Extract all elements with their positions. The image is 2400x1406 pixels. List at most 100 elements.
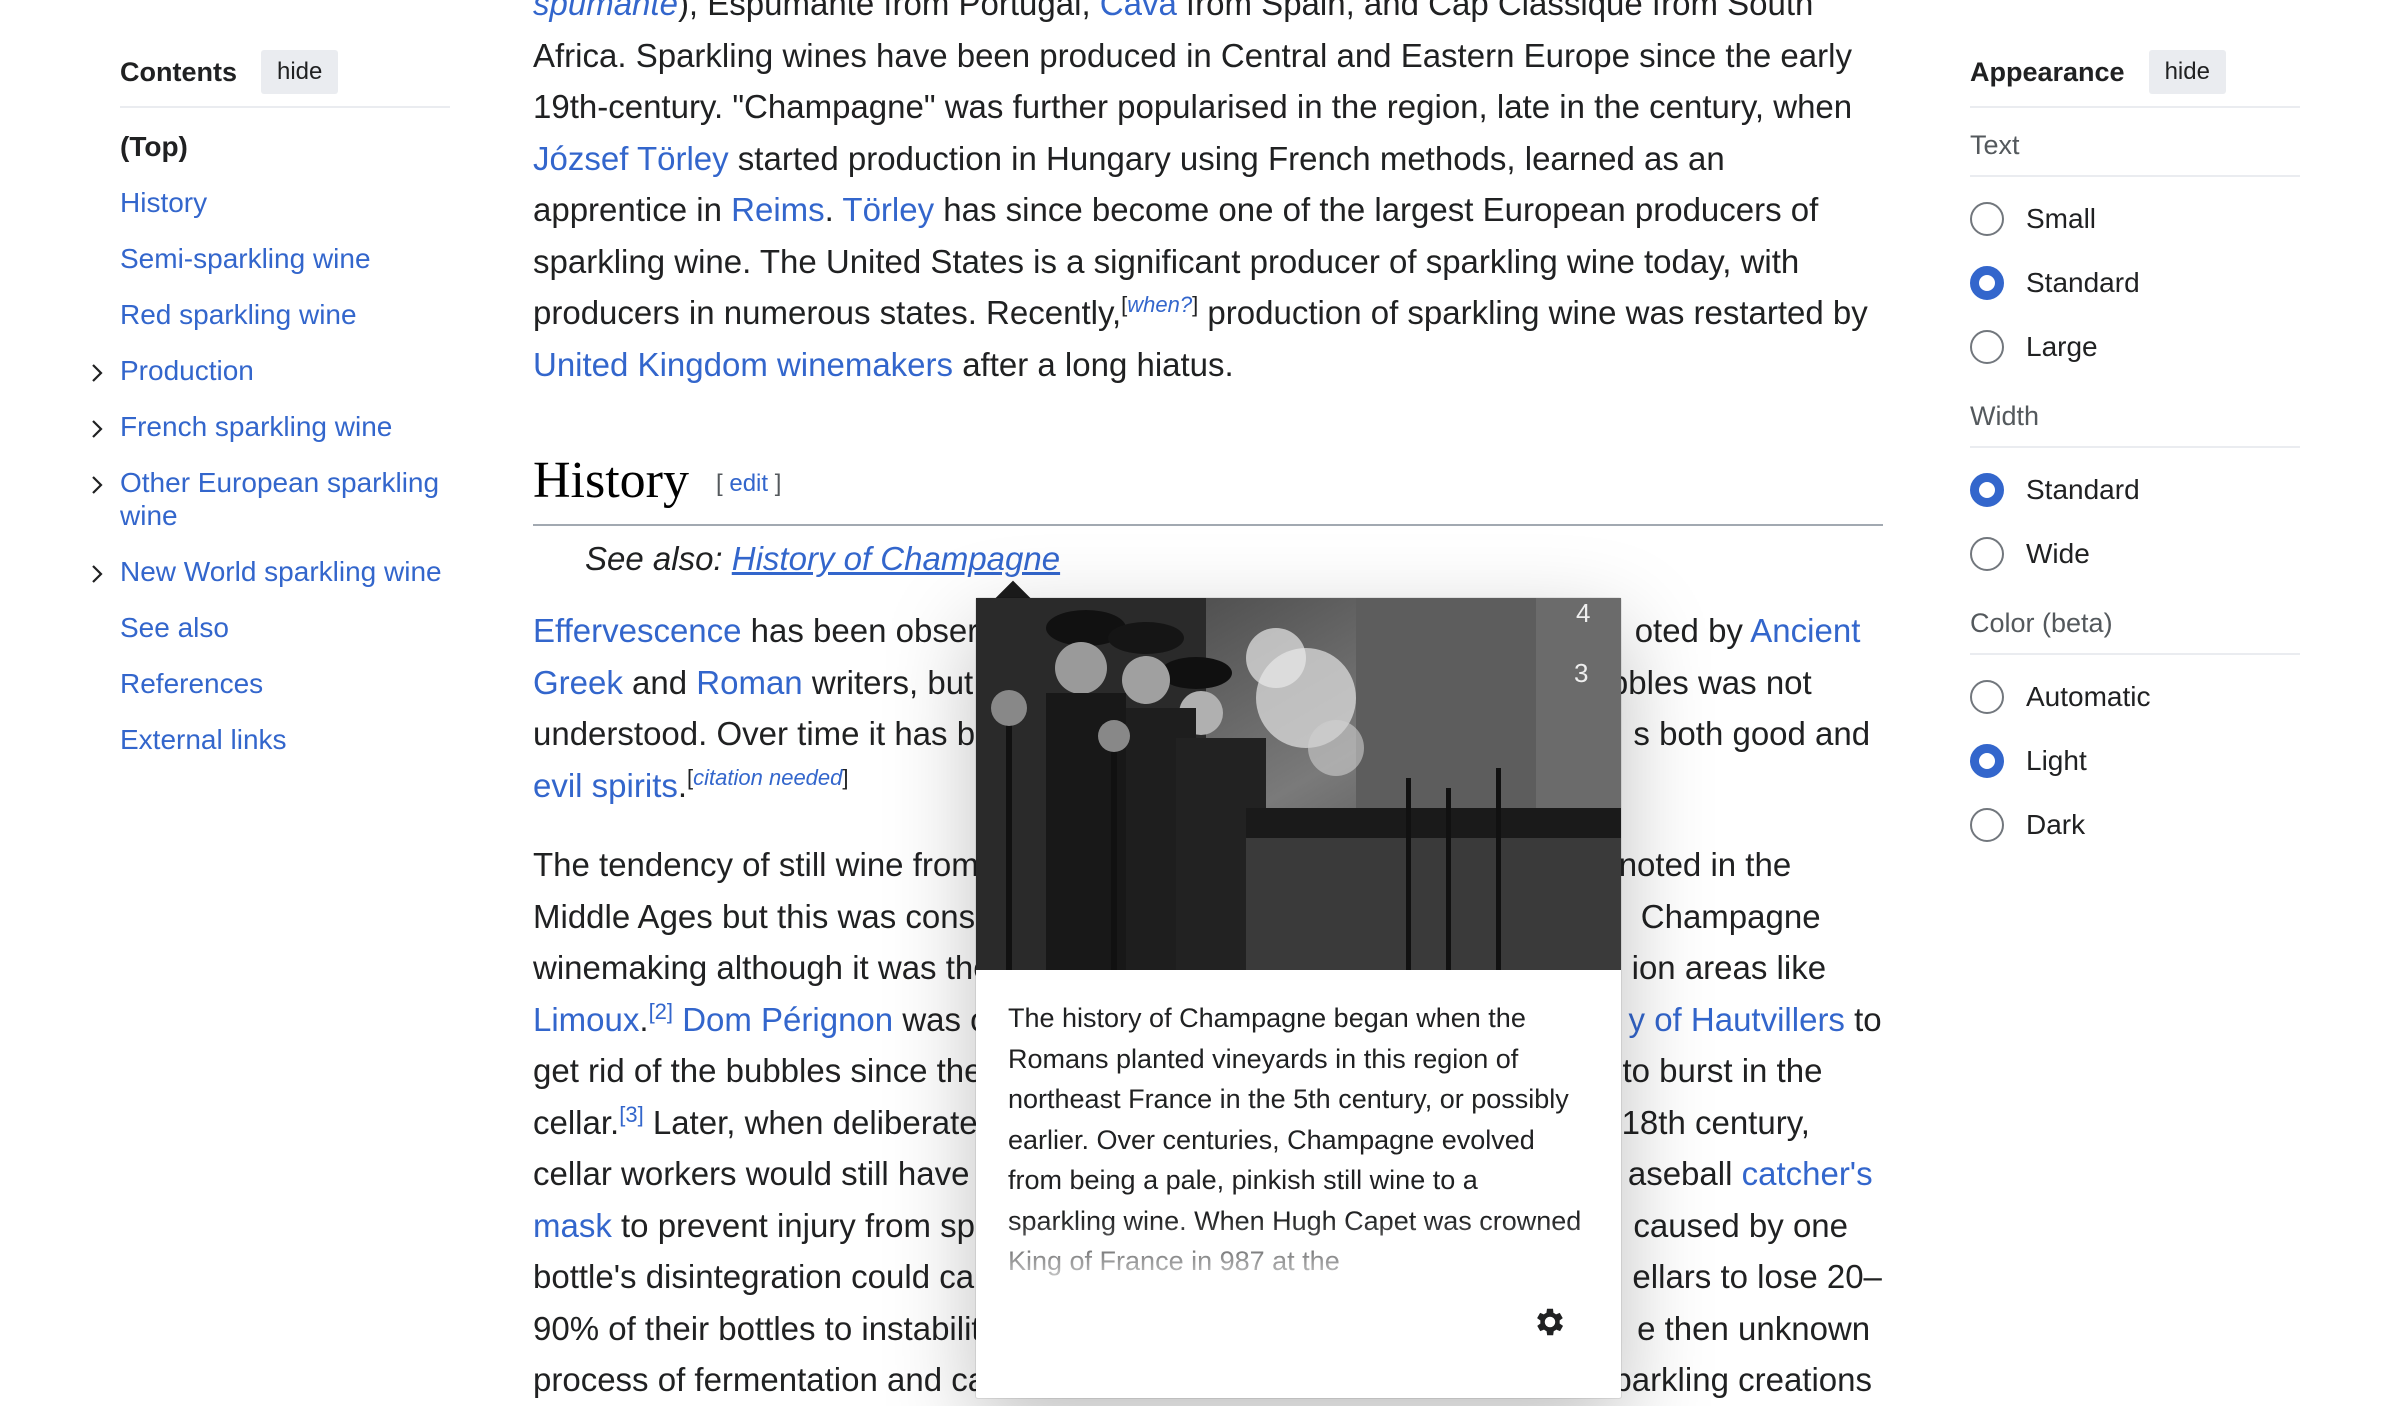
appearance-hide-button[interactable]: hide [2148,50,2226,94]
toc-item-other-european: Other European sparkling wine [92,466,450,532]
toc-item-top[interactable]: (Top) [120,130,450,163]
text-size-small[interactable]: Small [1970,187,2300,251]
radio-small[interactable] [1970,202,2004,236]
radio-color-light-selected[interactable] [1970,744,2004,778]
appearance-panel: Appearance hide Text Small Standard Larg… [1970,48,2300,857]
radio-label: Light [2026,745,2087,776]
text: aseball [1627,1155,1742,1192]
color-label: Color (beta) [1970,608,2300,655]
edit-section: [ edit ] [716,470,782,497]
color-automatic[interactable]: Automatic [1970,665,2300,729]
citation-needed: [citation needed] [687,764,849,790]
toc-item-references[interactable]: References [120,667,450,700]
toc-item-french-label[interactable]: French sparkling wine [120,411,392,442]
table-of-contents: Contents hide (Top) History Semi-sparkli… [92,48,450,779]
chevron-right-icon[interactable] [86,358,108,382]
link-citation-needed[interactable]: citation needed [693,765,842,790]
link-evil-spirits[interactable]: evil spirits [533,767,678,804]
toc-item-other-european-label[interactable]: Other European sparkling wine [120,467,439,531]
appearance-title: Appearance [1970,56,2125,87]
radio-label: Automatic [2026,681,2151,712]
radio-label: Standard [2026,267,2140,298]
color-dark[interactable]: Dark [1970,793,2300,857]
link-dom-perignon[interactable]: Dom Pérignon [682,1001,893,1038]
toc-item-french: French sparkling wine [92,410,450,443]
text: has been observ [741,612,995,649]
toc-hide-button[interactable]: hide [261,50,339,94]
text: s both good and [1633,715,1871,752]
width-wide[interactable]: Wide [1970,522,2300,586]
link-reims[interactable]: Reims [731,191,825,228]
link-cava[interactable]: Cava [1100,0,1177,22]
toc-item-external-links[interactable]: External links [120,723,450,756]
link-abbey-of-hautvillers[interactable]: y of Hautvillers [1629,1001,1845,1038]
see-also-label: See also: [585,540,732,577]
text: The tendency of still wine from [533,846,979,883]
chevron-right-icon[interactable] [86,559,108,583]
link-uk-winemakers[interactable]: United Kingdom winemakers [533,346,953,383]
text: production of sparkling wine was restart… [1198,294,1868,331]
ship-christening-photo[interactable]: 4 3 [976,598,1621,970]
width-options: Standard Wide [1970,458,2300,586]
link-torley[interactable]: Törley [842,191,934,228]
text: to prevent injury from spo [611,1206,994,1244]
radio-width-standard-selected[interactable] [1970,473,2004,507]
toc-item-see-also[interactable]: See also [120,611,450,644]
toc-item-red-sparkling[interactable]: Red sparkling wine [120,298,450,331]
page-preview-popup[interactable]: 4 3 The history of Champagne began when … [976,598,1621,1398]
radio-large[interactable] [1970,330,2004,364]
toc-item-new-world: New World sparkling wine [92,555,450,588]
citation-3: [3] [619,1102,643,1127]
history-heading: History [533,452,689,509]
appearance-header: Appearance hide [1970,48,2300,108]
edit-link[interactable]: edit [729,470,768,497]
radio-label: Large [2026,331,2098,362]
text: oted by [1634,612,1751,649]
text-size-label: Text [1970,130,2300,177]
preview-image-icon: 4 3 [976,598,1621,970]
history-section-heading: History [ edit ] [533,448,1883,526]
link-limoux[interactable]: Limoux [533,1001,639,1038]
toc-list: (Top) History Semi-sparkling wine Red sp… [92,130,450,756]
radio-color-dark[interactable] [1970,808,2004,842]
see-also-hatnote: See also: History of Champagne [585,540,1060,578]
text-size-large[interactable]: Large [1970,315,2300,379]
link-history-of-champagne[interactable]: History of Champagne [732,540,1060,577]
link-jozsef-torley[interactable]: József Törley [533,140,729,177]
toc-item-new-world-label[interactable]: New World sparkling wine [120,556,442,587]
text: was o [893,1000,989,1038]
toc-item-production-label[interactable]: Production [120,355,254,386]
chevron-right-icon[interactable] [86,414,108,438]
citation-when: [when?] [1121,292,1199,317]
radio-label: Wide [2026,538,2090,569]
link-roman[interactable]: Roman [696,664,802,701]
color-light[interactable]: Light [1970,729,2300,793]
chevron-right-icon[interactable] [86,470,108,494]
text: . [677,766,688,804]
text: Sparkling wines have been produced in Ce… [533,36,1853,126]
text: . [824,191,843,228]
link-spumante[interactable]: spumante [533,0,678,22]
text: writers, but t [802,663,992,701]
intro-paragraph: spumante), Espumante from Portugal, Cava… [533,0,1883,390]
preview-fade [976,1218,1621,1298]
text: after a long hiatus. [953,345,1234,383]
toc-item-history[interactable]: History [120,186,450,219]
radio-label: Small [2026,203,2097,234]
toc-item-semi-sparkling[interactable]: Semi-sparkling wine [120,242,450,275]
width-standard[interactable]: Standard [1970,458,2300,522]
radio-label: Standard [2026,474,2140,505]
text: and [622,663,697,701]
radio-color-automatic[interactable] [1970,680,2004,714]
radio-width-wide[interactable] [1970,537,2004,571]
gear-icon[interactable] [1532,1304,1568,1340]
radio-standard-selected[interactable] [1970,266,2004,300]
color-options: Automatic Light Dark [1970,665,2300,857]
link-effervescence[interactable]: Effervescence [533,612,742,649]
link-when[interactable]: when? [1127,292,1192,317]
toc-header: Contents hide [120,48,450,108]
text: ion areas like [1631,949,1827,986]
text-size-standard[interactable]: Standard [1970,251,2300,315]
link-ref-3[interactable]: [3] [619,1102,643,1127]
link-ref-2[interactable]: [2] [649,999,673,1024]
